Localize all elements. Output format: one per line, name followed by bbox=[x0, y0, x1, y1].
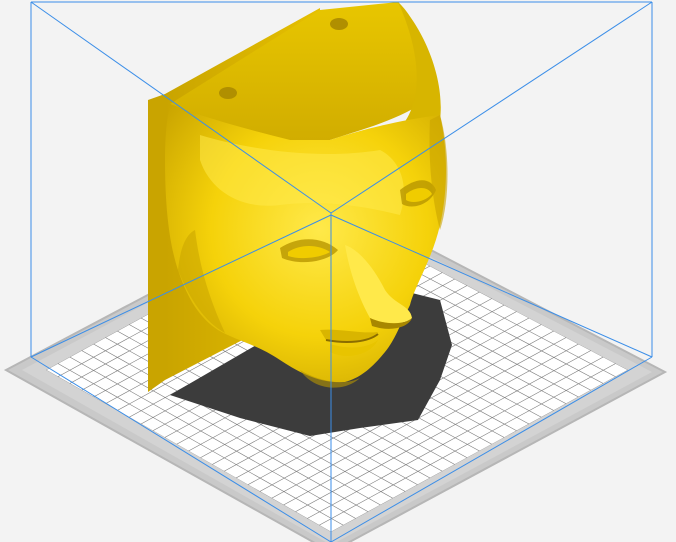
mounting-hole-2 bbox=[330, 18, 348, 30]
model-back-plate bbox=[148, 94, 165, 392]
mounting-hole-1 bbox=[219, 87, 237, 99]
scene-canvas[interactable] bbox=[0, 0, 676, 542]
3d-viewport[interactable] bbox=[0, 0, 676, 542]
